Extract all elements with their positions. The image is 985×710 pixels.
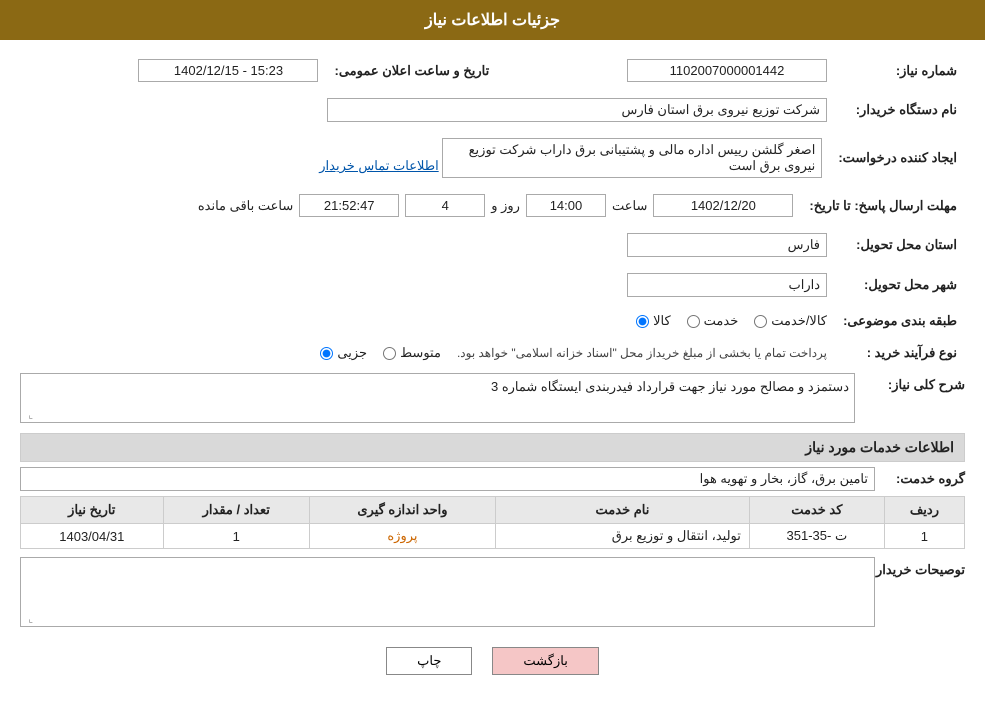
buyer-org-label: نام دستگاه خریدار: bbox=[835, 94, 965, 126]
deadline-row: مهلت ارسال پاسخ: تا تاریخ: 1402/12/20 سا… bbox=[20, 190, 965, 221]
deadline-time-field: 14:00 bbox=[526, 194, 606, 217]
province-field: فارس bbox=[627, 233, 827, 257]
announcement-label: تاریخ و ساعت اعلان عمومی: bbox=[326, 55, 497, 86]
province-row: استان محل تحویل: فارس bbox=[20, 229, 965, 261]
buyer-org-row: نام دستگاه خریدار: شرکت توزیع نیروی برق … bbox=[20, 94, 965, 126]
buyer-org-value: شرکت توزیع نیروی برق استان فارس bbox=[20, 94, 835, 126]
category-label-service-goods: کالا/خدمت bbox=[771, 313, 827, 329]
province-value: فارس bbox=[76, 229, 835, 261]
purchase-type-row: نوع فرآیند خرید : پرداخت تمام یا بخشی از… bbox=[20, 341, 965, 365]
creator-label: ایجاد کننده درخواست: bbox=[830, 134, 965, 182]
buttons-row: بازگشت چاپ bbox=[20, 647, 965, 675]
col-unit: واحد اندازه گیری bbox=[309, 497, 495, 524]
purchase-option-partial[interactable]: جزیی bbox=[320, 345, 367, 361]
col-date: تاریخ نیاز bbox=[21, 497, 164, 524]
deadline-remaining-label: ساعت باقی مانده bbox=[198, 198, 293, 214]
announcement-field: 1402/12/15 - 15:23 bbox=[138, 59, 318, 82]
category-label-service: خدمت bbox=[704, 313, 739, 329]
province-label: استان محل تحویل: bbox=[835, 229, 965, 261]
services-section-title: اطلاعات خدمات مورد نیاز bbox=[20, 433, 965, 462]
purchase-radio-partial[interactable] bbox=[320, 347, 333, 360]
back-button[interactable]: بازگشت bbox=[492, 647, 598, 675]
need-number-label: شماره نیاز: bbox=[835, 55, 965, 86]
deadline-remaining-field: 21:52:47 bbox=[299, 194, 399, 217]
deadline-time-label: ساعت bbox=[612, 198, 647, 214]
creator-field: اصغر گلشن رییس اداره مالی و پشتیبانی برق… bbox=[442, 138, 822, 178]
cell-name: تولید، انتقال و توزیع برق bbox=[496, 524, 750, 549]
col-quantity: تعداد / مقدار bbox=[163, 497, 309, 524]
category-label: طبقه بندی موضوعی: bbox=[835, 309, 965, 333]
group-value: تامین برق، گاز، بخار و تهویه هوا bbox=[20, 467, 875, 491]
cell-row-num: 1 bbox=[884, 524, 964, 549]
description-value: دستمزد و مصالح مورد نیاز جهت قرارداد فید… bbox=[491, 379, 849, 394]
category-option-service[interactable]: خدمت bbox=[687, 313, 739, 329]
group-label: گروه خدمت: bbox=[885, 471, 965, 487]
category-label-goods: کالا bbox=[653, 313, 671, 329]
category-radio-goods[interactable] bbox=[636, 315, 649, 328]
deadline-days-label: روز و bbox=[491, 198, 520, 214]
description-label: شرح کلی نیاز: bbox=[855, 373, 965, 393]
need-number-value: 1102007000001442 bbox=[497, 55, 835, 86]
cell-quantity: 1 bbox=[163, 524, 309, 549]
purchase-type-radio-group: پرداخت تمام یا بخشی از مبلغ خریداز محل "… bbox=[320, 345, 827, 361]
resize-handle-notes: ⌞ bbox=[23, 614, 33, 624]
creator-value: اصغر گلشن رییس اداره مالی و پشتیبانی برق… bbox=[20, 134, 830, 182]
print-button[interactable]: چاپ bbox=[386, 647, 472, 675]
cell-date: 1403/04/31 bbox=[21, 524, 164, 549]
table-row: 1 ت -35-351 تولید، انتقال و توزیع برق پر… bbox=[21, 524, 965, 549]
category-radio-service-goods[interactable] bbox=[754, 315, 767, 328]
city-label: شهر محل تحویل: bbox=[835, 269, 965, 301]
category-radio-service[interactable] bbox=[687, 315, 700, 328]
col-code: کد خدمت bbox=[749, 497, 884, 524]
purchase-type-label: نوع فرآیند خرید : bbox=[835, 341, 965, 365]
category-row: طبقه بندی موضوعی: کالا/خدمت خدمت کالا bbox=[20, 309, 965, 333]
city-value: داراب bbox=[76, 269, 835, 301]
deadline-label: مهلت ارسال پاسخ: تا تاریخ: bbox=[801, 190, 965, 221]
buyer-notes-label: توصیحات خریدار: bbox=[885, 557, 965, 578]
announcement-value: 1402/12/15 - 15:23 bbox=[20, 55, 326, 86]
page-title: جزئیات اطلاعات نیاز bbox=[0, 0, 985, 40]
need-number-row: شماره نیاز: 1102007000001442 تاریخ و ساع… bbox=[20, 55, 965, 86]
buyer-org-field: شرکت توزیع نیروی برق استان فارس bbox=[327, 98, 827, 122]
creator-contact-link[interactable]: اطلاعات تماس خریدار bbox=[319, 158, 438, 173]
col-name: نام خدمت bbox=[496, 497, 750, 524]
purchase-label-partial: جزیی bbox=[337, 345, 367, 361]
buyer-notes-box: ⌞ bbox=[20, 557, 875, 627]
services-table: ردیف کد خدمت نام خدمت واحد اندازه گیری ت… bbox=[20, 496, 965, 549]
deadline-date-field: 1402/12/20 bbox=[653, 194, 793, 217]
need-number-field: 1102007000001442 bbox=[627, 59, 827, 82]
purchase-label-medium: متوسط bbox=[400, 345, 441, 361]
deadline-days-field: 4 bbox=[405, 194, 485, 217]
group-service-row: گروه خدمت: تامین برق، گاز، بخار و تهویه … bbox=[20, 467, 965, 491]
creator-row: ایجاد کننده درخواست: اصغر گلشن رییس ادار… bbox=[20, 134, 965, 182]
buyer-notes-row: توصیحات خریدار: ⌞ bbox=[20, 557, 965, 627]
city-row: شهر محل تحویل: داراب bbox=[20, 269, 965, 301]
category-option-goods[interactable]: کالا bbox=[636, 313, 671, 329]
purchase-note: پرداخت تمام یا بخشی از مبلغ خریداز محل "… bbox=[457, 346, 827, 360]
category-option-service-goods[interactable]: کالا/خدمت bbox=[754, 313, 827, 329]
cell-unit: پروژه bbox=[309, 524, 495, 549]
purchase-radio-medium[interactable] bbox=[383, 347, 396, 360]
city-field: داراب bbox=[627, 273, 827, 297]
purchase-option-medium[interactable]: متوسط bbox=[383, 345, 441, 361]
col-row-num: ردیف bbox=[884, 497, 964, 524]
category-radio-group: کالا/خدمت خدمت کالا bbox=[636, 313, 827, 329]
resize-handle: ⌞ bbox=[23, 410, 33, 420]
cell-code: ت -35-351 bbox=[749, 524, 884, 549]
